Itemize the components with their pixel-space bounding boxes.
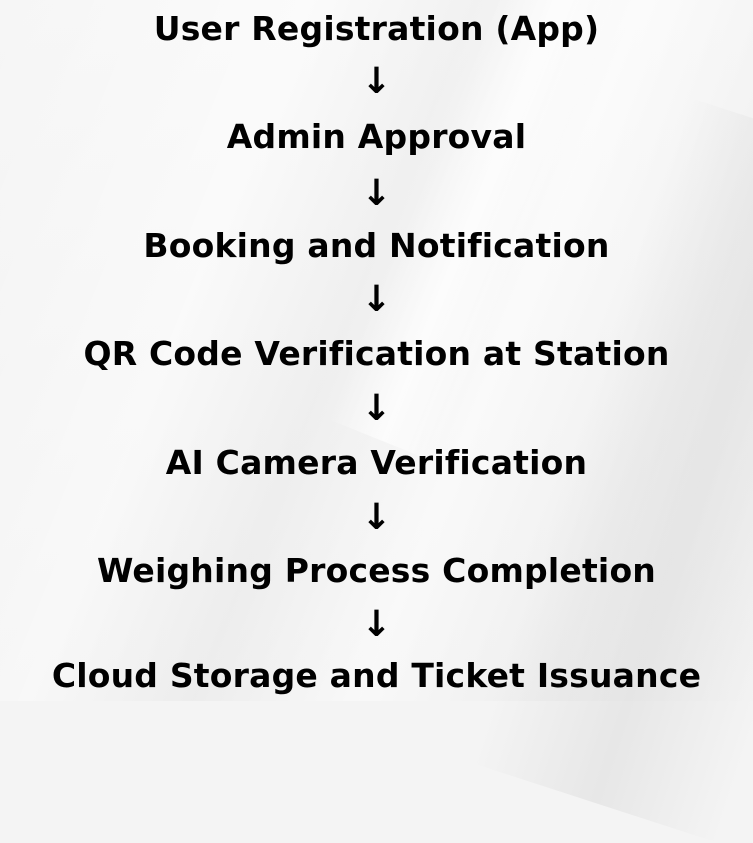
down-arrow-icon: ↓ [361,61,392,102]
down-arrow-icon: ↓ [361,388,392,429]
down-arrow-icon: ↓ [361,497,392,538]
down-arrow-icon: ↓ [361,604,392,645]
step-admin-approval: Admin Approval [226,117,527,156]
process-flow-diagram: User Registration (App) ↓ Admin Approval… [0,0,753,701]
down-arrow-icon: ↓ [361,279,392,320]
step-ai-camera-verification: AI Camera Verification [165,443,588,482]
step-qr-code-verification: QR Code Verification at Station [83,334,670,373]
step-weighing-completion: Weighing Process Completion [96,551,657,590]
step-booking-notification: Booking and Notification [143,226,610,265]
step-cloud-storage-ticket: Cloud Storage and Ticket Issuance [51,656,702,695]
down-arrow-icon: ↓ [361,173,392,214]
step-user-registration: User Registration (App) [153,9,600,48]
